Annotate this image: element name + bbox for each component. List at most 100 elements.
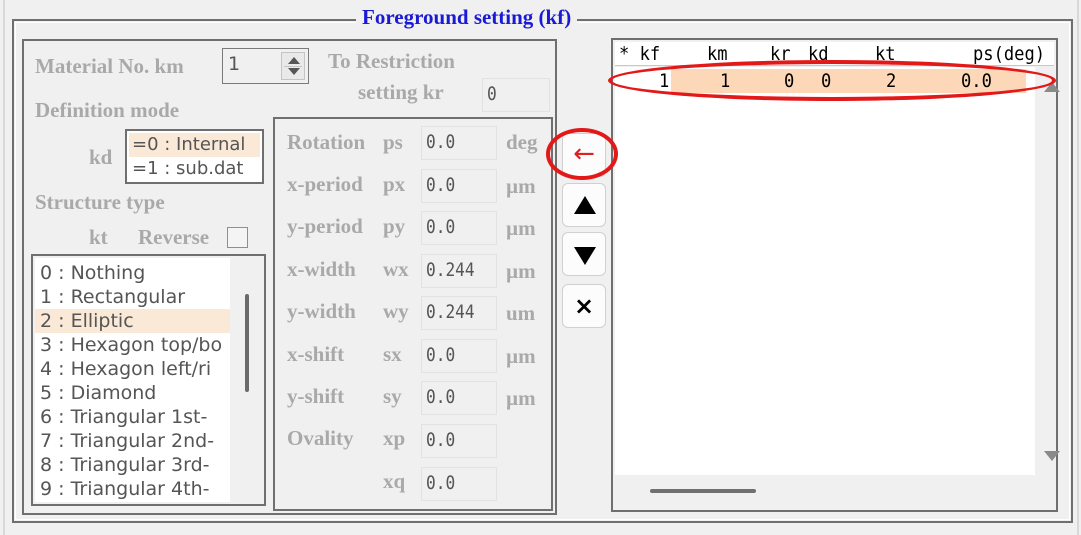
rotation-sym: ps: [383, 130, 403, 154]
close-icon: ×: [573, 292, 595, 320]
y-shift-sym: sy: [383, 384, 402, 408]
ovality-label: Ovality: [287, 426, 354, 450]
move-up-button[interactable]: [562, 183, 606, 227]
structure-type-items: 0 : Nothing 1 : Rectangular 2 : Elliptic…: [35, 258, 230, 502]
type-item-rectangular[interactable]: 1 : Rectangular: [35, 285, 230, 309]
cell-kr[interactable]: 0: [784, 69, 794, 93]
x-width-wx-value[interactable]: 0.244: [426, 259, 475, 281]
x-shift-sx-value[interactable]: 0.0: [426, 344, 455, 366]
kt-label: kt: [89, 225, 108, 249]
type-item-diamond[interactable]: 5 : Diamond: [35, 381, 230, 405]
y-shift-unit: µm: [506, 386, 536, 410]
kd-label: kd: [89, 145, 113, 169]
x-period-px-field[interactable]: 0.0: [421, 169, 497, 203]
y-period-label: y-period: [287, 214, 363, 238]
scroll-down-icon[interactable]: [1044, 451, 1060, 461]
x-width-label: x-width: [287, 257, 356, 281]
y-width-unit: um: [506, 301, 536, 325]
x-shift-unit: µm: [506, 344, 536, 368]
x-period-unit: µm: [506, 174, 536, 198]
type-item-nothing[interactable]: 0 : Nothing: [35, 261, 230, 285]
register-button[interactable]: ←: [562, 133, 606, 177]
col-header-kt[interactable]: kt: [875, 42, 896, 66]
y-period-py-value[interactable]: 0.0: [426, 216, 455, 238]
triangle-down-icon: [574, 247, 596, 265]
type-item-elliptic[interactable]: 2 : Elliptic: [35, 309, 230, 333]
ovality-xp-value[interactable]: 0.0: [426, 429, 455, 451]
rotation-ps-field[interactable]: 0.0: [421, 126, 497, 160]
y-width-wy-value[interactable]: 0.244: [426, 301, 475, 323]
x-width-unit: µm: [506, 259, 536, 283]
ovality-xq-sym: xq: [383, 469, 406, 493]
window-edge-right: [1077, 0, 1079, 535]
definition-mode-label: Definition mode: [35, 98, 180, 122]
window-edge-left: [3, 0, 5, 535]
cell-kt[interactable]: 2: [886, 69, 896, 93]
type-item-hexagon-left-right[interactable]: 4 : Hexagon left/ri: [35, 357, 230, 381]
reverse-label: Reverse: [138, 225, 210, 249]
ovality-xq-value[interactable]: 0.0: [426, 472, 455, 494]
ovality-xp-sym: xp: [383, 426, 406, 450]
restriction-kr-field[interactable]: 0: [482, 78, 550, 112]
col-header-kd[interactable]: kd: [808, 42, 829, 66]
x-shift-sx-field[interactable]: 0.0: [421, 339, 497, 373]
delete-button[interactable]: ×: [562, 284, 606, 328]
spinner-arrows[interactable]: [281, 52, 305, 80]
rotation-label: Rotation: [287, 130, 366, 154]
cell-km[interactable]: 1: [720, 69, 730, 93]
x-width-wx-field[interactable]: 0.244: [421, 254, 497, 288]
type-item-triangular-2nd[interactable]: 7 : Triangular 2nd-: [35, 429, 230, 453]
group-title: Foreground setting (kf): [356, 4, 578, 30]
type-item-triangular-4th[interactable]: 9 : Triangular 4th-: [35, 477, 230, 501]
definition-mode-list[interactable]: =0 : Internal =1 : sub.dat: [125, 129, 264, 184]
y-width-wy-field[interactable]: 0.244: [421, 296, 497, 330]
x-period-sym: px: [383, 172, 406, 196]
horizontal-scrollbar-thumb[interactable]: [650, 489, 756, 493]
col-header-ps[interactable]: ps(deg): [973, 42, 1045, 66]
ovality-xp-field[interactable]: 0.0: [421, 424, 497, 458]
cell-kf[interactable]: 1: [659, 69, 669, 93]
kd-option-internal[interactable]: =0 : Internal: [129, 133, 260, 157]
material-no-label: Material No. km: [35, 54, 184, 78]
reverse-checkbox[interactable]: [227, 227, 248, 248]
arrow-left-icon: ←: [573, 139, 595, 169]
spin-down-icon[interactable]: [288, 68, 300, 75]
structure-list-scrollbar[interactable]: [245, 294, 249, 392]
foreground-table[interactable]: * kf km kr kd kt ps(deg) 1 1 0 0 2 0.0: [611, 38, 1060, 512]
ovality-xq-field[interactable]: 0.0: [421, 467, 497, 501]
table-body: 1 1 0 0 2 0.0: [615, 67, 1035, 475]
material-no-spinner[interactable]: 1: [222, 48, 309, 84]
x-shift-label: x-shift: [287, 342, 345, 366]
col-header-km[interactable]: km: [707, 42, 728, 66]
triangle-up-icon: [574, 196, 596, 214]
x-shift-sym: sx: [383, 342, 402, 366]
structure-type-list[interactable]: 0 : Nothing 1 : Rectangular 2 : Elliptic…: [31, 254, 266, 506]
y-shift-sy-value[interactable]: 0.0: [426, 386, 455, 408]
restriction-kr-value[interactable]: 0: [487, 83, 497, 105]
kd-option-subdat[interactable]: =1 : sub.dat: [129, 157, 260, 181]
scroll-up-icon[interactable]: [1044, 82, 1060, 92]
table-header: * kf km kr kd kt ps(deg): [615, 42, 1054, 66]
x-period-label: x-period: [287, 172, 363, 196]
restriction-label-line2: setting kr: [358, 80, 444, 104]
spin-up-icon[interactable]: [288, 57, 300, 64]
material-no-value[interactable]: 1: [228, 53, 240, 75]
col-header-kf[interactable]: * kf: [619, 42, 660, 66]
cell-ps[interactable]: 0.0: [961, 69, 992, 93]
y-period-unit: µm: [506, 216, 536, 240]
rotation-unit: deg: [506, 130, 538, 154]
move-down-button[interactable]: [562, 232, 606, 276]
x-period-px-value[interactable]: 0.0: [426, 174, 455, 196]
rotation-ps-value[interactable]: 0.0: [426, 131, 455, 153]
restriction-label-line1: To Restriction: [328, 49, 455, 73]
cell-kd[interactable]: 0: [821, 69, 831, 93]
y-width-label: y-width: [287, 299, 356, 323]
y-period-py-field[interactable]: 0.0: [421, 211, 497, 245]
type-item-triangular-1st[interactable]: 6 : Triangular 1st-: [35, 405, 230, 429]
y-shift-sy-field[interactable]: 0.0: [421, 381, 497, 415]
type-item-hexagon-top-bottom[interactable]: 3 : Hexagon top/bo: [35, 333, 230, 357]
y-width-sym: wy: [383, 299, 409, 323]
col-header-kr[interactable]: kr: [770, 42, 791, 66]
x-width-sym: wx: [383, 257, 409, 281]
type-item-triangular-3rd[interactable]: 8 : Triangular 3rd-: [35, 453, 230, 477]
